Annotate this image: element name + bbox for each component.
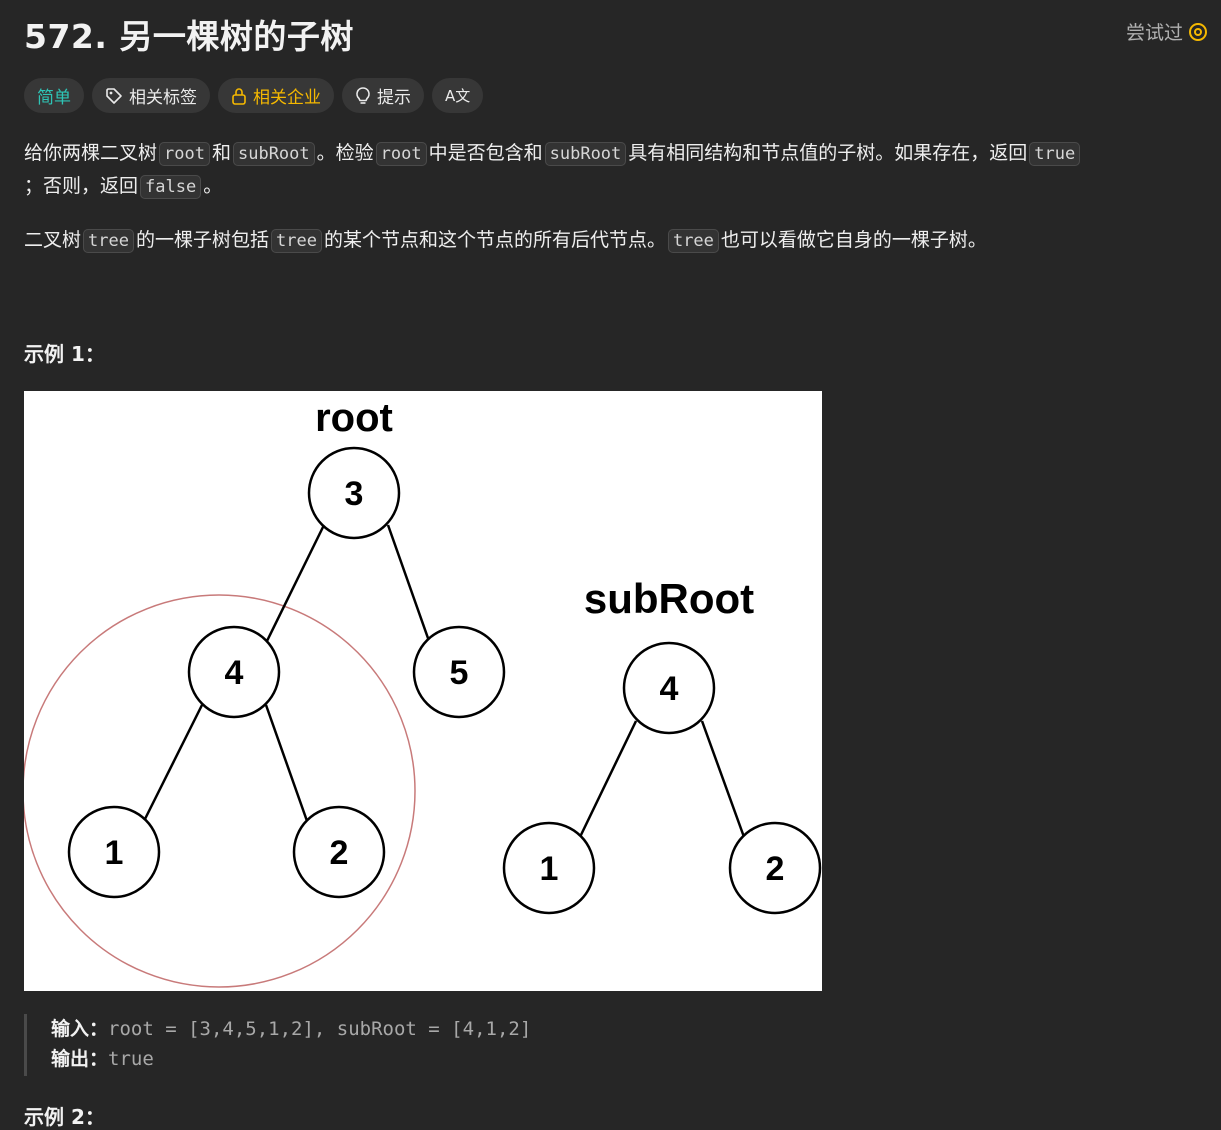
input-value: root = [3,4,5,1,2], subRoot = [4,1,2]: [108, 1018, 532, 1040]
lightbulb-icon: [356, 86, 370, 104]
tree-diagram: root subRoot 3 4 5 1 2 4 1 2: [24, 396, 822, 988]
tried-label: 尝试过: [1125, 22, 1183, 44]
edge-4-1: [142, 704, 204, 822]
problem-title: 572. 另一棵树的子树: [24, 17, 354, 56]
difficulty-label: 简单: [37, 88, 71, 108]
edge-3-4: [265, 524, 326, 642]
sub-edge-4-2: [700, 720, 746, 838]
code-true: true: [1029, 142, 1081, 166]
example-1-figure: root subRoot 3 4 5 1 2 4 1 2: [24, 391, 822, 991]
translate-icon: A文: [445, 87, 471, 105]
sub-node-1-label: 1: [540, 850, 559, 888]
lock-icon: [232, 87, 246, 105]
sub-node-4-label: 4: [660, 670, 679, 708]
code-subroot: subRoot: [232, 142, 315, 166]
edge-4-2: [264, 704, 309, 822]
input-label: 输入：: [51, 1018, 109, 1040]
root-label: root: [315, 396, 393, 440]
code-root: root: [375, 142, 427, 166]
root-node-1-label: 1: [105, 834, 124, 872]
code-tree: tree: [270, 229, 322, 253]
related-companies-label: 相关企业: [253, 88, 321, 108]
hint-label: 提示: [377, 88, 411, 108]
tag-icon: [106, 87, 122, 104]
hint-button[interactable]: 提示: [342, 78, 424, 113]
sub-node-2-label: 2: [766, 850, 785, 888]
output-value: true: [108, 1048, 154, 1070]
sub-edge-4-1: [578, 720, 638, 838]
tried-status[interactable]: 尝试过: [1126, 18, 1207, 45]
root-node-4-label: 4: [225, 654, 244, 692]
example-1-input: 输入：root = [3,4,5,1,2], subRoot = [4,1,2]: [51, 1014, 531, 1044]
example-1-io: 输入：root = [3,4,5,1,2], subRoot = [4,1,2]…: [24, 1014, 531, 1076]
related-tags-button[interactable]: 相关标签: [92, 78, 210, 113]
translate-button[interactable]: A文: [432, 78, 484, 113]
related-companies-button[interactable]: 相关企业: [218, 78, 334, 113]
root-node-5-label: 5: [450, 654, 469, 692]
related-tags-label: 相关标签: [129, 88, 197, 108]
description-paragraph-2: 二叉树 tree 的一棵子树包括 tree 的某个节点和这个节点的所有后代节点。 tree…: [24, 229, 987, 253]
example-2-title: 示例 2：: [24, 1105, 105, 1129]
code-false: false: [140, 175, 202, 199]
code-tree: tree: [667, 229, 719, 253]
code-tree: tree: [83, 229, 134, 253]
root-node-2-label: 2: [330, 834, 349, 872]
difficulty-badge[interactable]: 简单: [24, 78, 84, 113]
description-paragraph-1: 给你两棵二叉树 root 和 subRoot 。检验 root 中是否包含和 subRoot 具…: [24, 137, 1204, 203]
subroot-label: subRoot: [584, 575, 754, 622]
example-1-title: 示例 1：: [24, 342, 105, 366]
target-icon: [1189, 22, 1207, 41]
edge-3-5: [386, 524, 431, 642]
root-node-3-label: 3: [345, 475, 364, 513]
code-subroot: subRoot: [544, 142, 627, 166]
tag-bar: 简单 相关标签 相关企业 提示 A文: [24, 78, 484, 113]
code-root: root: [159, 142, 210, 166]
example-1-output: 输出：true: [51, 1044, 531, 1074]
output-label: 输出：: [51, 1048, 109, 1070]
